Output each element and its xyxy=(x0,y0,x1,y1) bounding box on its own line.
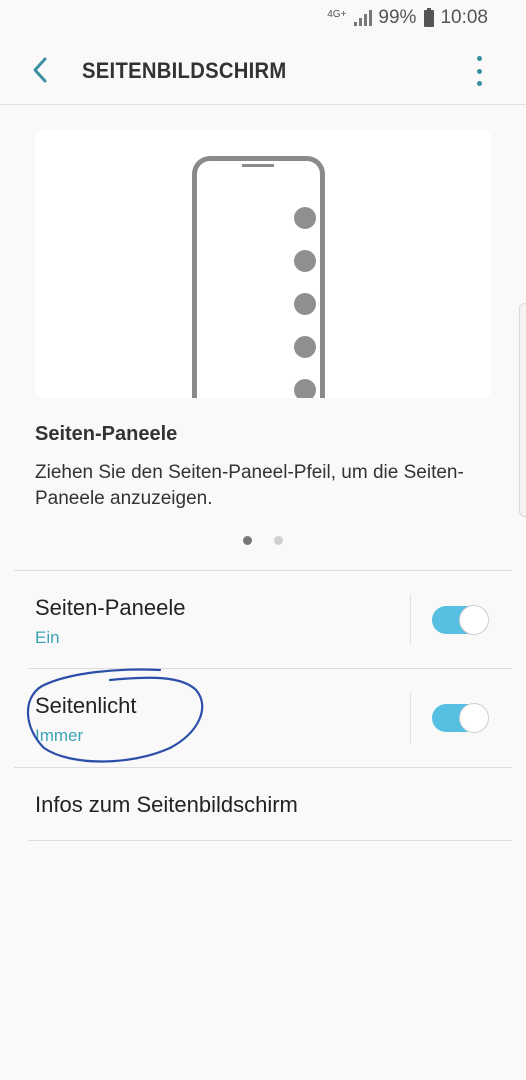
chevron-left-icon xyxy=(33,57,47,83)
panel-dot xyxy=(294,336,316,358)
setting-subtitle: Ein xyxy=(35,628,60,647)
panel-dot xyxy=(294,207,316,229)
toggle-knob xyxy=(459,605,489,635)
page-dot-active[interactable] xyxy=(243,536,252,545)
card-description: Ziehen Sie den Seiten-Paneel-Pfeil, um d… xyxy=(35,462,464,509)
divider xyxy=(0,104,526,105)
network-type: 4G+ xyxy=(327,9,347,20)
setting-title: Infos zum Seitenbildschirm xyxy=(35,792,298,817)
app-bar: SEITENBILDSCHIRM xyxy=(0,36,526,104)
signal-icon xyxy=(354,10,373,26)
page-dot[interactable] xyxy=(274,536,283,545)
setting-title: Seiten-Paneele xyxy=(35,595,186,620)
more-options-button[interactable] xyxy=(470,56,488,86)
divider xyxy=(410,693,411,743)
illustration-card[interactable] xyxy=(35,130,491,398)
more-vert-icon xyxy=(476,56,482,61)
clock: 10:08 xyxy=(440,7,488,28)
edge-panel-handle[interactable] xyxy=(519,303,526,517)
card-heading: Seiten-Paneele xyxy=(35,423,178,445)
phone-illustration xyxy=(192,156,325,398)
setting-subtitle: Immer xyxy=(35,726,84,745)
setting-row-infos[interactable]: Infos zum Seitenbildschirm xyxy=(0,768,526,840)
page-title: SEITENBILDSCHIRM xyxy=(82,58,287,83)
battery-icon xyxy=(424,7,435,27)
setting-row-seitenlicht[interactable]: Seitenlicht Immer xyxy=(0,669,526,767)
seiten-paneele-toggle[interactable] xyxy=(432,605,489,635)
setting-title: Seitenlicht xyxy=(35,693,137,718)
page-indicator xyxy=(243,536,283,545)
toggle-knob xyxy=(459,703,489,733)
status-bar: 4G+ 99% 10:08 xyxy=(0,0,526,36)
divider xyxy=(410,594,411,644)
panel-dot xyxy=(294,379,316,398)
panel-dot xyxy=(294,293,316,315)
battery-percent: 99% xyxy=(378,7,417,28)
seitenlicht-toggle[interactable] xyxy=(432,703,489,733)
divider xyxy=(28,840,512,841)
panel-dot xyxy=(294,250,316,272)
back-button[interactable] xyxy=(28,56,54,84)
setting-row-seiten-paneele[interactable]: Seiten-Paneele Ein xyxy=(0,571,526,668)
speaker-icon xyxy=(242,164,274,167)
